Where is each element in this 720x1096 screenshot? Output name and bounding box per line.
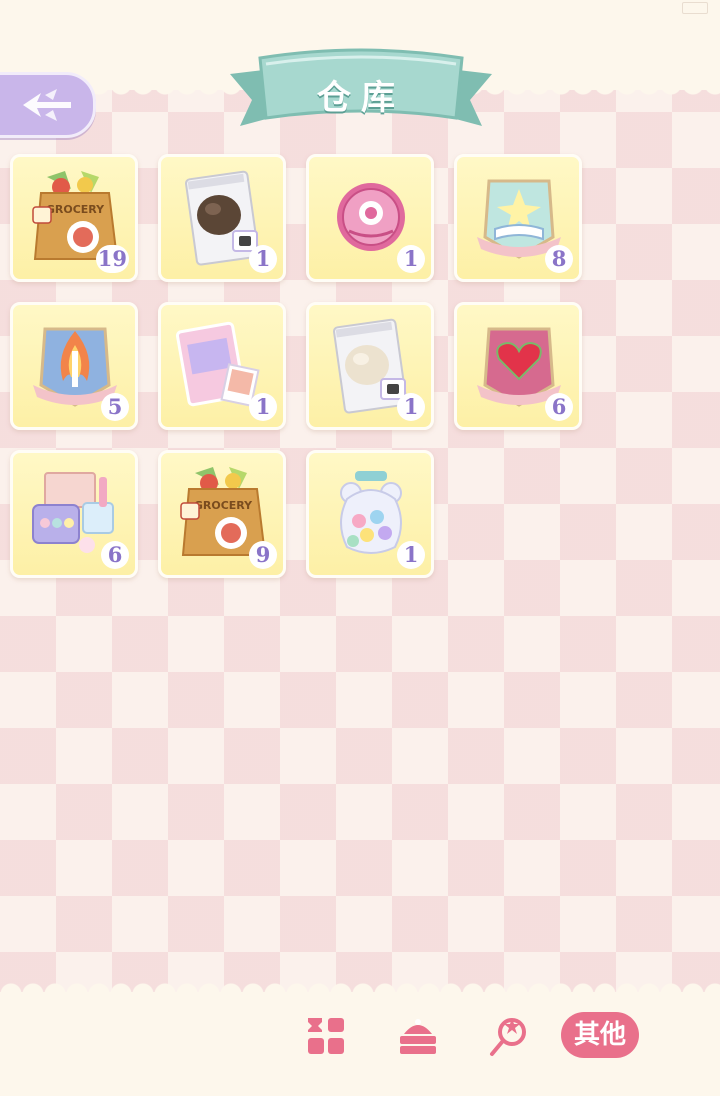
tab-all[interactable]: [304, 1014, 348, 1058]
inventory-slot[interactable]: GROCERY 9: [158, 450, 286, 578]
inventory-slot[interactable]: GROCERY 19: [10, 154, 138, 282]
page-title: 仓库: [317, 78, 405, 118]
item-count: 6: [101, 541, 129, 569]
item-count: 1: [397, 393, 425, 421]
item-count: 19: [95, 245, 129, 273]
item-count: 9: [249, 541, 277, 569]
svg-text:GROCERY: GROCERY: [46, 203, 105, 216]
tab-magic[interactable]: [488, 1014, 532, 1058]
inventory-slot[interactable]: 1: [306, 154, 434, 282]
winged-arrow-back-icon: [23, 89, 71, 121]
item-count: 8: [545, 245, 573, 273]
item-count: 6: [545, 393, 573, 421]
inventory-slot[interactable]: 1: [158, 154, 286, 282]
inventory-slot[interactable]: 6: [454, 302, 582, 430]
magic-wand-icon: [490, 1018, 526, 1056]
back-button[interactable]: [0, 72, 96, 138]
inventory-slot[interactable]: 1: [306, 302, 434, 430]
cake-icon: [400, 1019, 436, 1054]
bottom-scallop-border: [0, 972, 720, 994]
tab-food[interactable]: [396, 1014, 440, 1058]
inventory-slot[interactable]: 6: [10, 450, 138, 578]
item-count: 1: [249, 245, 277, 273]
tab-other[interactable]: 其他: [561, 1012, 639, 1058]
inventory-slot[interactable]: 1: [158, 302, 286, 430]
item-count: 1: [397, 541, 425, 569]
item-count: 5: [101, 393, 129, 421]
inventory-slot[interactable]: 1: [306, 450, 434, 578]
item-count: 1: [249, 393, 277, 421]
title-ribbon: 仓库: [230, 48, 492, 138]
inventory-slot[interactable]: 5: [10, 302, 138, 430]
battery-icon: [682, 2, 708, 14]
item-count: 1: [397, 245, 425, 273]
inventory-slot[interactable]: 8: [454, 154, 582, 282]
svg-text:GROCERY: GROCERY: [194, 499, 253, 512]
grid-category-icon: [308, 1018, 344, 1054]
